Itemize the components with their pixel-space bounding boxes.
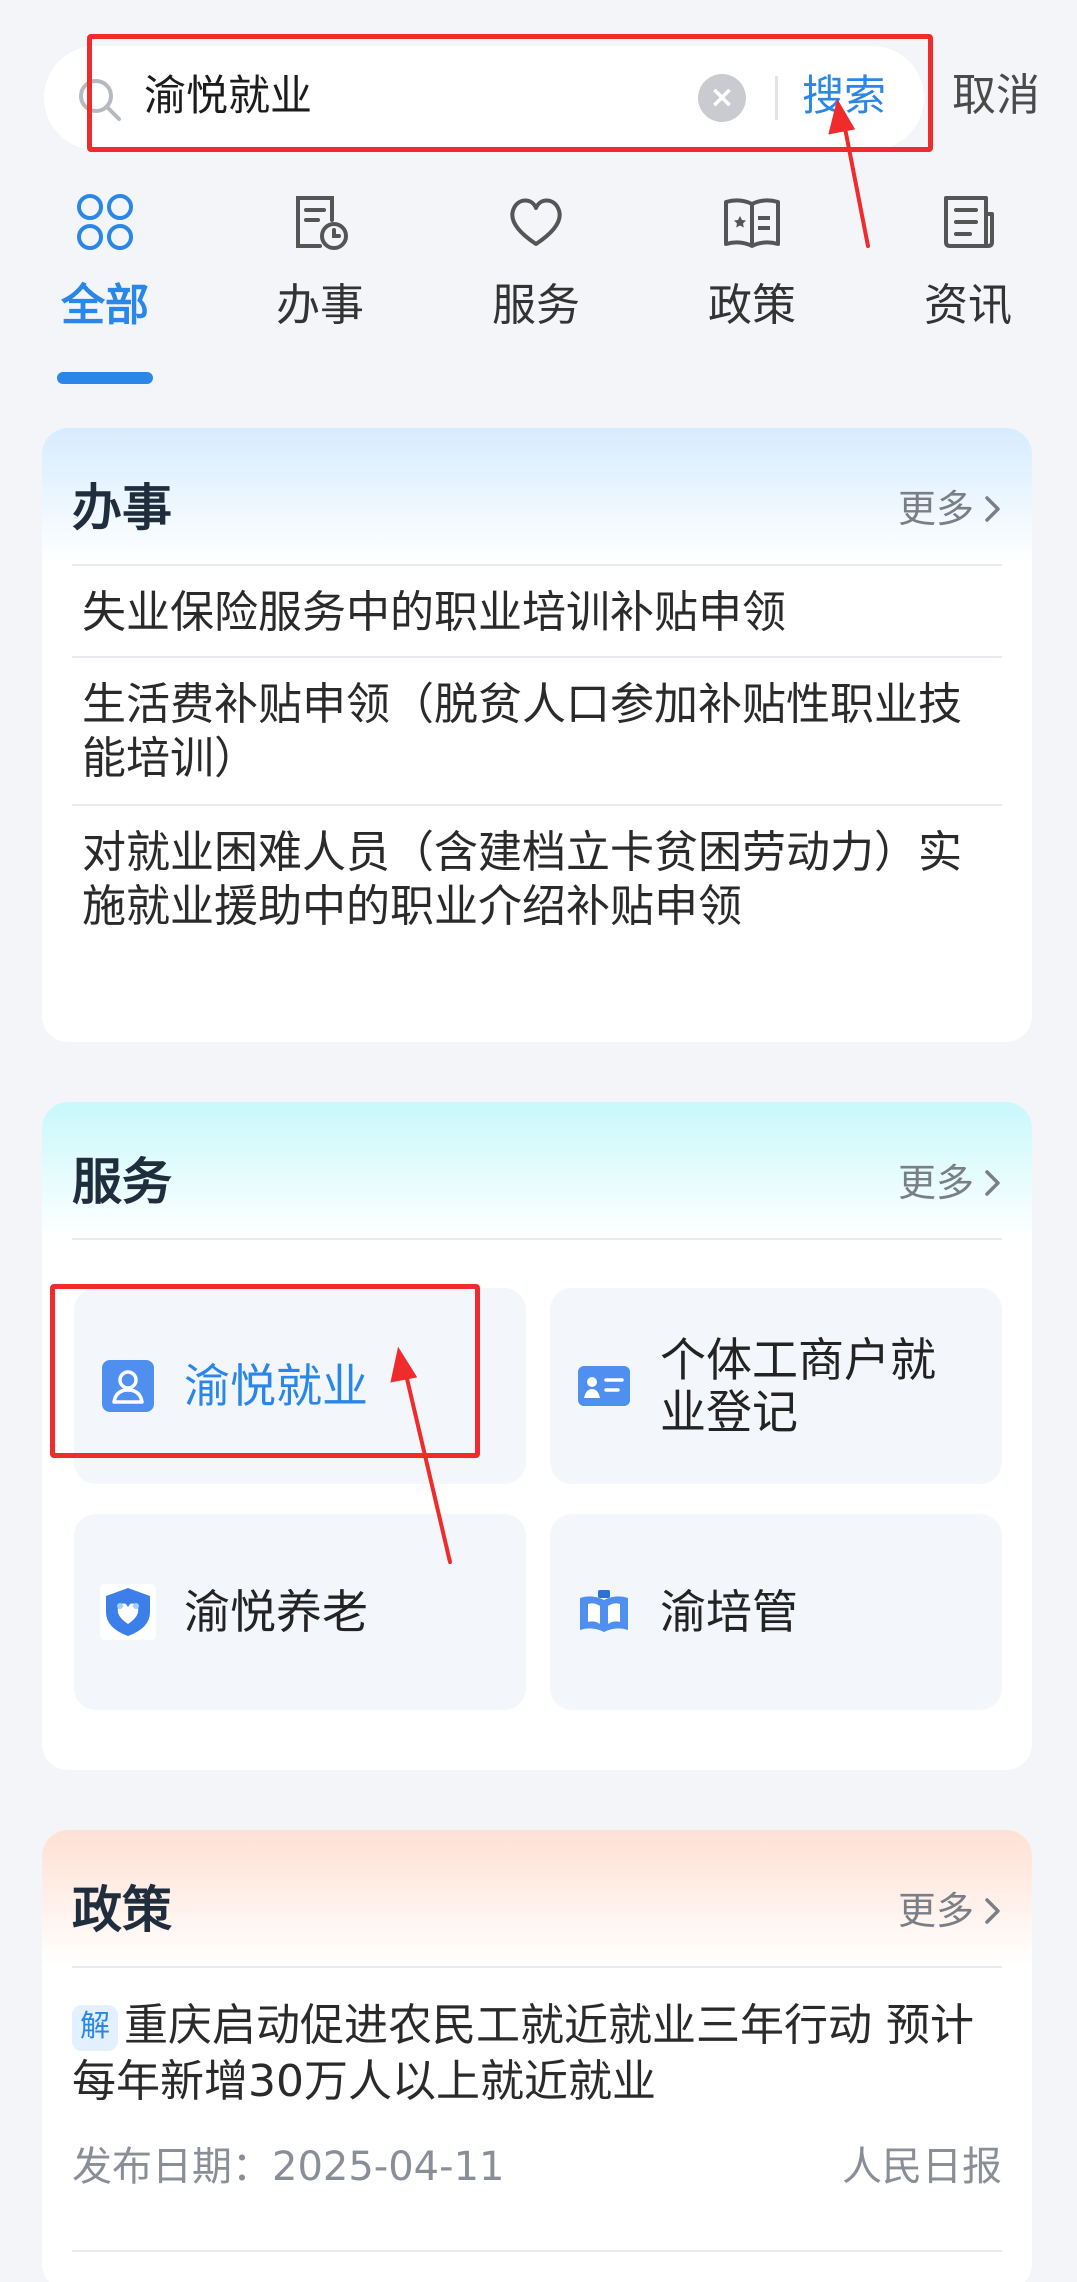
section-title: 服务 — [72, 1153, 172, 1211]
affairs-card: 办事 更多 失业保险服务中的职业培训补贴申领 生活费补贴申领（脱贫人口参加补贴性… — [42, 428, 1032, 1042]
services-card-header: 服务 更多 — [42, 1102, 1032, 1238]
services-card: 服务 更多 渝悦就业 个体工商户就业登记 渝悦养老 渝培管 — [42, 1102, 1032, 1770]
more-link[interactable]: 更多 — [898, 1152, 1002, 1207]
chevron-right-icon — [985, 495, 1000, 522]
divider — [72, 2250, 1002, 2252]
section-title: 政策 — [72, 1881, 172, 1939]
document-clock-icon — [296, 196, 348, 250]
tab-news[interactable]: 资讯 — [898, 190, 1038, 370]
more-label: 更多 — [897, 487, 974, 531]
policy-card: 政策 更多 解重庆启动促进农民工就近就业三年行动 预计每年新增30万人以上就近就… — [42, 1830, 1032, 2282]
tab-affairs[interactable]: 办事 — [250, 190, 390, 370]
interpretation-badge: 解 — [72, 2005, 118, 2051]
tab-services[interactable]: 服务 — [466, 190, 606, 370]
service-label: 个体工商户就业登记 — [660, 1333, 936, 1439]
service-label: 渝悦养老 — [184, 1585, 368, 1639]
services-grid: 渝悦就业 个体工商户就业登记 渝悦养老 渝培管 — [74, 1288, 1002, 1718]
publish-date-label: 发布日期： — [72, 2144, 272, 2190]
grid-clover-icon — [77, 194, 133, 250]
service-label: 渝悦就业 — [184, 1359, 368, 1413]
heart-icon — [510, 198, 562, 246]
chevron-right-icon — [985, 1169, 1000, 1196]
service-tile-yuyue-yanglao[interactable]: 渝悦养老 — [74, 1514, 526, 1710]
service-label: 渝培管 — [660, 1585, 798, 1639]
affairs-card-header: 办事 更多 — [42, 428, 1032, 564]
more-label: 更多 — [897, 1889, 974, 1933]
news-icon — [944, 196, 994, 248]
policy-title: 重庆启动促进农民工就近就业三年行动 预计每年新增30万人以上就近就业 — [72, 2000, 974, 2107]
tab-label: 资讯 — [924, 280, 1012, 331]
category-tabs: 全部 办事 服务 政策 资讯 — [0, 190, 1077, 390]
publish-date: 2025-04-11 — [272, 2144, 505, 2190]
search-button[interactable]: 搜索 — [802, 70, 886, 122]
policy-title-row: 解重庆启动促进农民工就近就业三年行动 预计每年新增30万人以上就近就业 — [72, 1998, 1002, 2110]
list-item[interactable]: 失业保险服务中的职业培训补贴申领 — [42, 566, 1032, 656]
search-input[interactable]: 渝悦就业 — [144, 72, 312, 120]
list-item[interactable]: 对就业困难人员（含建档立卡贫困劳动力）实施就业援助中的职业介绍补贴申领 — [42, 806, 1032, 958]
more-link[interactable]: 更多 — [898, 478, 1002, 533]
tab-all[interactable]: 全部 — [35, 190, 175, 370]
tab-label: 全部 — [61, 280, 149, 331]
search-bar: 渝悦就业 × 搜索 — [44, 46, 924, 150]
book-star-icon — [724, 198, 780, 248]
divider — [72, 1238, 1002, 1240]
chevron-right-icon — [985, 1897, 1000, 1924]
search-icon — [79, 79, 121, 121]
search-divider — [775, 76, 778, 120]
id-card-icon — [578, 1366, 630, 1406]
policy-item[interactable]: 解重庆启动促进农民工就近就业三年行动 预计每年新增30万人以上就近就业 发布日期… — [72, 1998, 1002, 2190]
policy-source: 人民日报 — [842, 2144, 1002, 2190]
policy-card-header: 政策 更多 — [42, 1830, 1032, 1966]
open-book-icon — [580, 1590, 628, 1632]
active-tab-indicator — [57, 372, 153, 384]
service-tile-yuyue-jiuye[interactable]: 渝悦就业 — [74, 1288, 526, 1484]
service-tile-individual-registration[interactable]: 个体工商户就业登记 — [550, 1288, 1002, 1484]
shield-people-icon — [100, 1584, 156, 1640]
more-link[interactable]: 更多 — [898, 1880, 1002, 1935]
policy-meta: 发布日期：2025-04-11 人民日报 — [72, 2134, 1002, 2190]
cancel-button[interactable]: 取消 — [952, 70, 1040, 122]
tab-policy[interactable]: 政策 — [682, 190, 822, 370]
list-item[interactable]: 生活费补贴申领（脱贫人口参加补贴性职业技能培训） — [42, 658, 1032, 804]
people-card-icon — [102, 1360, 154, 1412]
divider — [72, 1966, 1002, 1968]
service-tile-yupeiguan[interactable]: 渝培管 — [550, 1514, 1002, 1710]
tab-label: 办事 — [276, 280, 364, 331]
tab-label: 政策 — [708, 280, 796, 331]
section-title: 办事 — [72, 479, 172, 537]
more-label: 更多 — [897, 1161, 974, 1205]
tab-label: 服务 — [492, 280, 580, 331]
clear-icon[interactable]: × — [698, 74, 746, 122]
